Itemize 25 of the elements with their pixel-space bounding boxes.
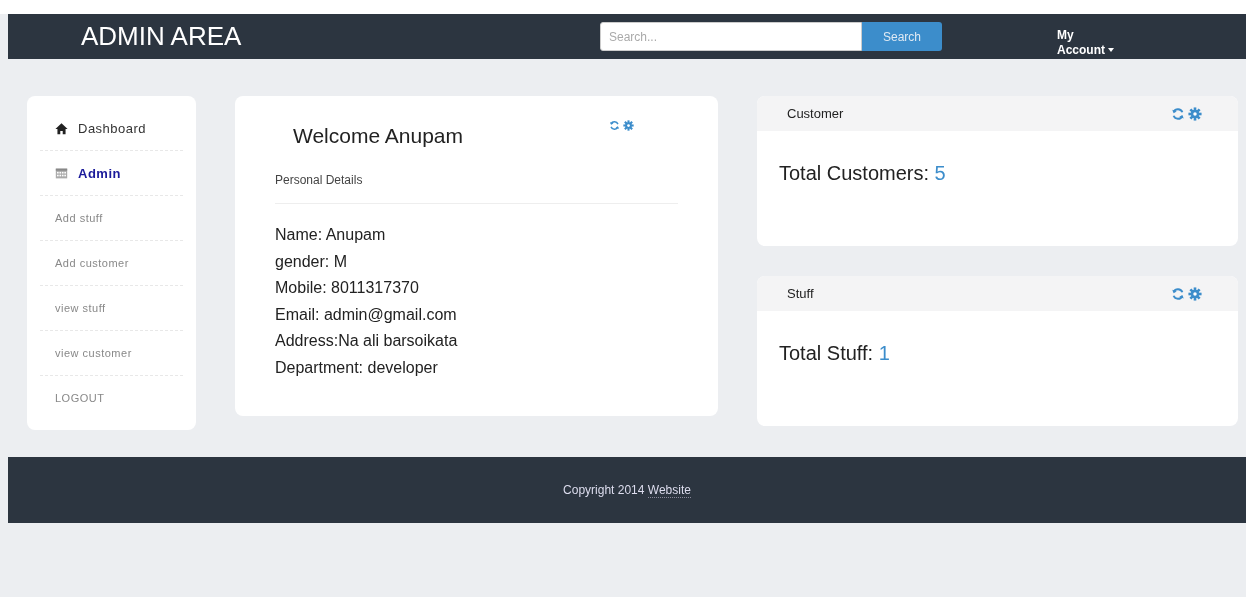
detail-line: gender: M: [275, 251, 349, 272]
stat-text: Total Customers: 5: [779, 162, 947, 185]
sidebar-item[interactable]: Add customer: [40, 241, 183, 286]
panel-title: Customer: [787, 106, 844, 121]
detail-line: Mobile: 8011317370: [275, 278, 420, 298]
search-button[interactable]: Search: [862, 22, 942, 51]
sidebar-item[interactable]: view customer: [40, 331, 183, 376]
sidebar-item[interactable]: Add stuff: [40, 196, 183, 241]
section-label: Personal Details: [275, 173, 678, 204]
stat-text: Total Stuff: 1: [779, 342, 891, 365]
detail-line: Department: developer: [275, 357, 439, 378]
detail-line: Name: Anupam: [275, 225, 387, 245]
brand-title[interactable]: ADMIN AREA: [81, 21, 600, 52]
panel-title: Stuff: [787, 286, 814, 301]
welcome-heading: Welcome Anupam: [293, 124, 464, 148]
sidebar-item[interactable]: Dashboard: [40, 106, 183, 151]
search-field[interactable]: Search...: [600, 22, 862, 51]
sidebar-item[interactable]: Admin: [40, 151, 183, 196]
copyright-text: Copyright 2014 Website: [563, 483, 691, 497]
sidebar-item[interactable]: LOGOUT: [40, 376, 183, 420]
sidebar-item[interactable]: view stuff: [40, 286, 183, 331]
website-link[interactable]: Website: [647, 483, 691, 498]
account-menu[interactable]: My Account: [1057, 27, 1119, 58]
detail-line: Email: admin@gmail.com: [275, 304, 458, 325]
detail-line: Address:Na ali barsoikata: [275, 331, 459, 351]
